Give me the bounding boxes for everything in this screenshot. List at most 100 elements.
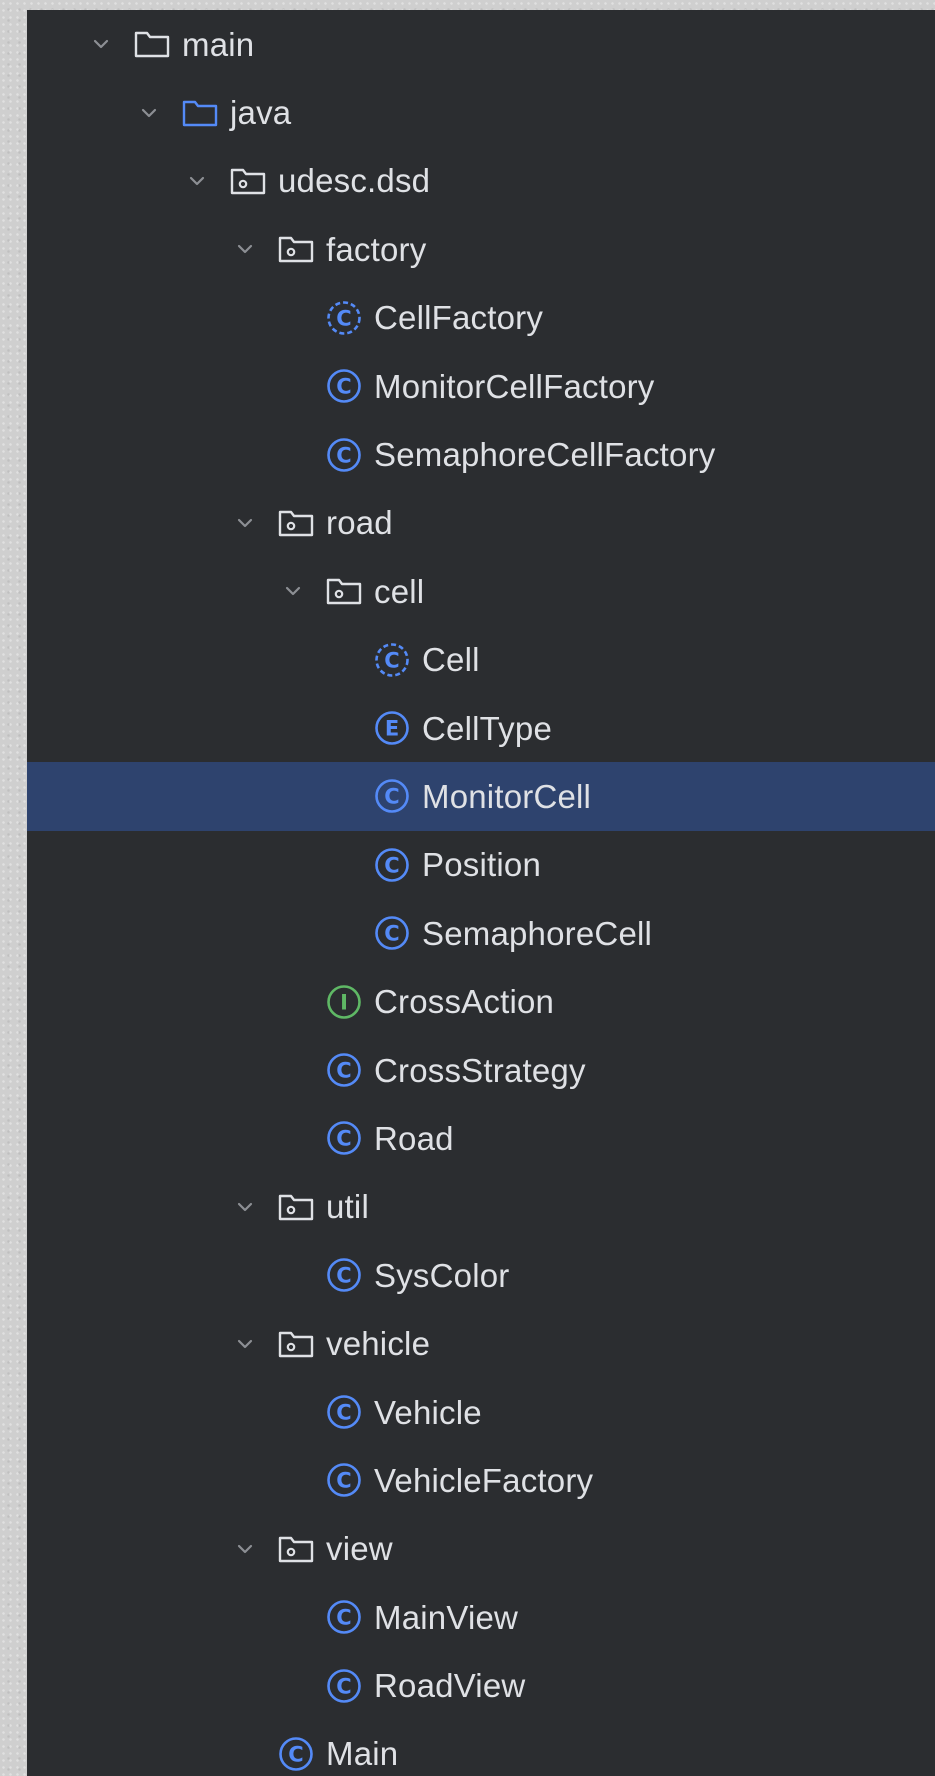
class-icon: C (372, 845, 412, 885)
tree-item-label: Main (326, 1735, 399, 1773)
package-icon (228, 161, 268, 201)
chevron-down-icon[interactable] (180, 164, 214, 198)
class-icon: C (324, 435, 364, 475)
class-icon: C (276, 1734, 316, 1774)
chevron-down-icon[interactable] (228, 1532, 262, 1566)
tree-row-main[interactable]: C Main (27, 1720, 935, 1776)
svg-text:C: C (384, 922, 399, 946)
svg-text:C: C (336, 1674, 351, 1698)
tree-row-udesc-dsd[interactable]: udesc.dsd (27, 147, 935, 215)
chevron-down-icon[interactable] (84, 27, 118, 61)
tree-item-label: SemaphoreCell (422, 914, 653, 952)
tree-item-label: CrossAction (374, 983, 555, 1021)
tree-item-label: Road (374, 1119, 454, 1157)
tree-item-label: Position (422, 846, 542, 884)
svg-text:E: E (385, 717, 399, 741)
tree-item-label: road (326, 504, 393, 542)
chevron-down-icon[interactable] (276, 574, 310, 608)
tree-item-label: Cell (422, 641, 480, 679)
folder-icon (132, 24, 172, 64)
tree-row-vehicle[interactable]: vehicle (27, 1309, 935, 1377)
svg-text:C: C (336, 1469, 351, 1493)
svg-text:C: C (288, 1742, 303, 1766)
project-tree: main java udesc.dsd factory C CellFactory C Mon… (27, 10, 935, 1776)
tree-row-crossstrategy[interactable]: C CrossStrategy (27, 1036, 935, 1104)
tree-row-view[interactable]: view (27, 1515, 935, 1583)
tree-item-label: SemaphoreCellFactory (374, 436, 716, 474)
tree-row-main[interactable]: main (27, 10, 935, 78)
svg-text:C: C (336, 1059, 351, 1083)
tree-row-vehicle[interactable]: C Vehicle (27, 1378, 935, 1446)
tree-item-label: MonitorCellFactory (374, 367, 655, 405)
chevron-down-icon[interactable] (228, 506, 262, 540)
class-icon: C (324, 1392, 364, 1432)
chevron-down-icon[interactable] (132, 96, 166, 130)
svg-text:C: C (336, 1606, 351, 1630)
project-tool-window: main java udesc.dsd factory C CellFactory C Mon… (27, 10, 935, 1776)
tree-row-position[interactable]: C Position (27, 831, 935, 899)
tree-row-mainview[interactable]: C MainView (27, 1583, 935, 1651)
tree-item-label: MainView (374, 1598, 519, 1636)
tree-item-label: Vehicle (374, 1393, 482, 1431)
package-icon (276, 1324, 316, 1364)
tree-row-semaphorecellfactory[interactable]: C SemaphoreCellFactory (27, 420, 935, 488)
tree-row-celltype[interactable]: E CellType (27, 694, 935, 762)
svg-text:C: C (336, 1264, 351, 1288)
class-icon: C (324, 1597, 364, 1637)
tree-item-label: SysColor (374, 1256, 510, 1294)
package-icon (324, 571, 364, 611)
class-icon: C (372, 776, 412, 816)
tree-row-syscolor[interactable]: C SysColor (27, 1241, 935, 1309)
chevron-down-icon[interactable] (228, 232, 262, 266)
svg-text:C: C (384, 853, 399, 877)
svg-text:C: C (336, 1127, 351, 1151)
tree-row-cell[interactable]: C Cell (27, 626, 935, 694)
class-icon: C (324, 1118, 364, 1158)
tree-row-factory[interactable]: factory (27, 215, 935, 283)
class-icon: C (324, 1666, 364, 1706)
tree-item-label: java (230, 94, 292, 132)
abstract-class-icon: C (372, 640, 412, 680)
tree-item-label: RoadView (374, 1667, 526, 1705)
tree-item-label: CrossStrategy (374, 1051, 586, 1089)
chevron-down-icon[interactable] (228, 1327, 262, 1361)
tree-row-monitorcellfactory[interactable]: C MonitorCellFactory (27, 352, 935, 420)
class-icon: C (324, 1460, 364, 1500)
abstract-class-icon: C (324, 298, 364, 338)
svg-text:C: C (336, 375, 351, 399)
class-icon: C (372, 913, 412, 953)
tree-row-roadview[interactable]: C RoadView (27, 1651, 935, 1719)
tree-item-label: util (326, 1188, 369, 1226)
source-folder-icon (180, 93, 220, 133)
package-icon (276, 1187, 316, 1227)
enum-icon: E (372, 708, 412, 748)
tree-item-label: MonitorCell (422, 777, 592, 815)
tree-row-util[interactable]: util (27, 1173, 935, 1241)
tree-row-monitorcell[interactable]: C MonitorCell (27, 762, 935, 831)
tree-item-label: cell (374, 572, 425, 610)
tree-item-label: udesc.dsd (278, 162, 431, 200)
tree-row-vehiclefactory[interactable]: C VehicleFactory (27, 1446, 935, 1514)
tree-item-label: CellType (422, 709, 552, 747)
tree-item-label: vehicle (326, 1325, 431, 1363)
svg-text:C: C (336, 306, 351, 330)
tree-row-road[interactable]: C Road (27, 1104, 935, 1172)
tree-row-cell[interactable]: cell (27, 557, 935, 625)
tree-row-semaphorecell[interactable]: C SemaphoreCell (27, 899, 935, 967)
svg-text:C: C (384, 785, 399, 809)
interface-icon: I (324, 982, 364, 1022)
tree-item-label: view (326, 1530, 393, 1568)
tree-row-java[interactable]: java (27, 78, 935, 146)
class-icon: C (324, 1255, 364, 1295)
chevron-down-icon[interactable] (228, 1190, 262, 1224)
tree-row-crossaction[interactable]: I CrossAction (27, 967, 935, 1035)
package-icon (276, 1529, 316, 1569)
tree-row-road[interactable]: road (27, 489, 935, 557)
tree-item-label: factory (326, 230, 427, 268)
svg-text:I: I (340, 990, 348, 1014)
class-icon: C (324, 366, 364, 406)
tree-item-label: VehicleFactory (374, 1461, 594, 1499)
tree-row-cellfactory[interactable]: C CellFactory (27, 284, 935, 352)
tree-item-label: CellFactory (374, 299, 544, 337)
svg-text:C: C (384, 648, 399, 672)
